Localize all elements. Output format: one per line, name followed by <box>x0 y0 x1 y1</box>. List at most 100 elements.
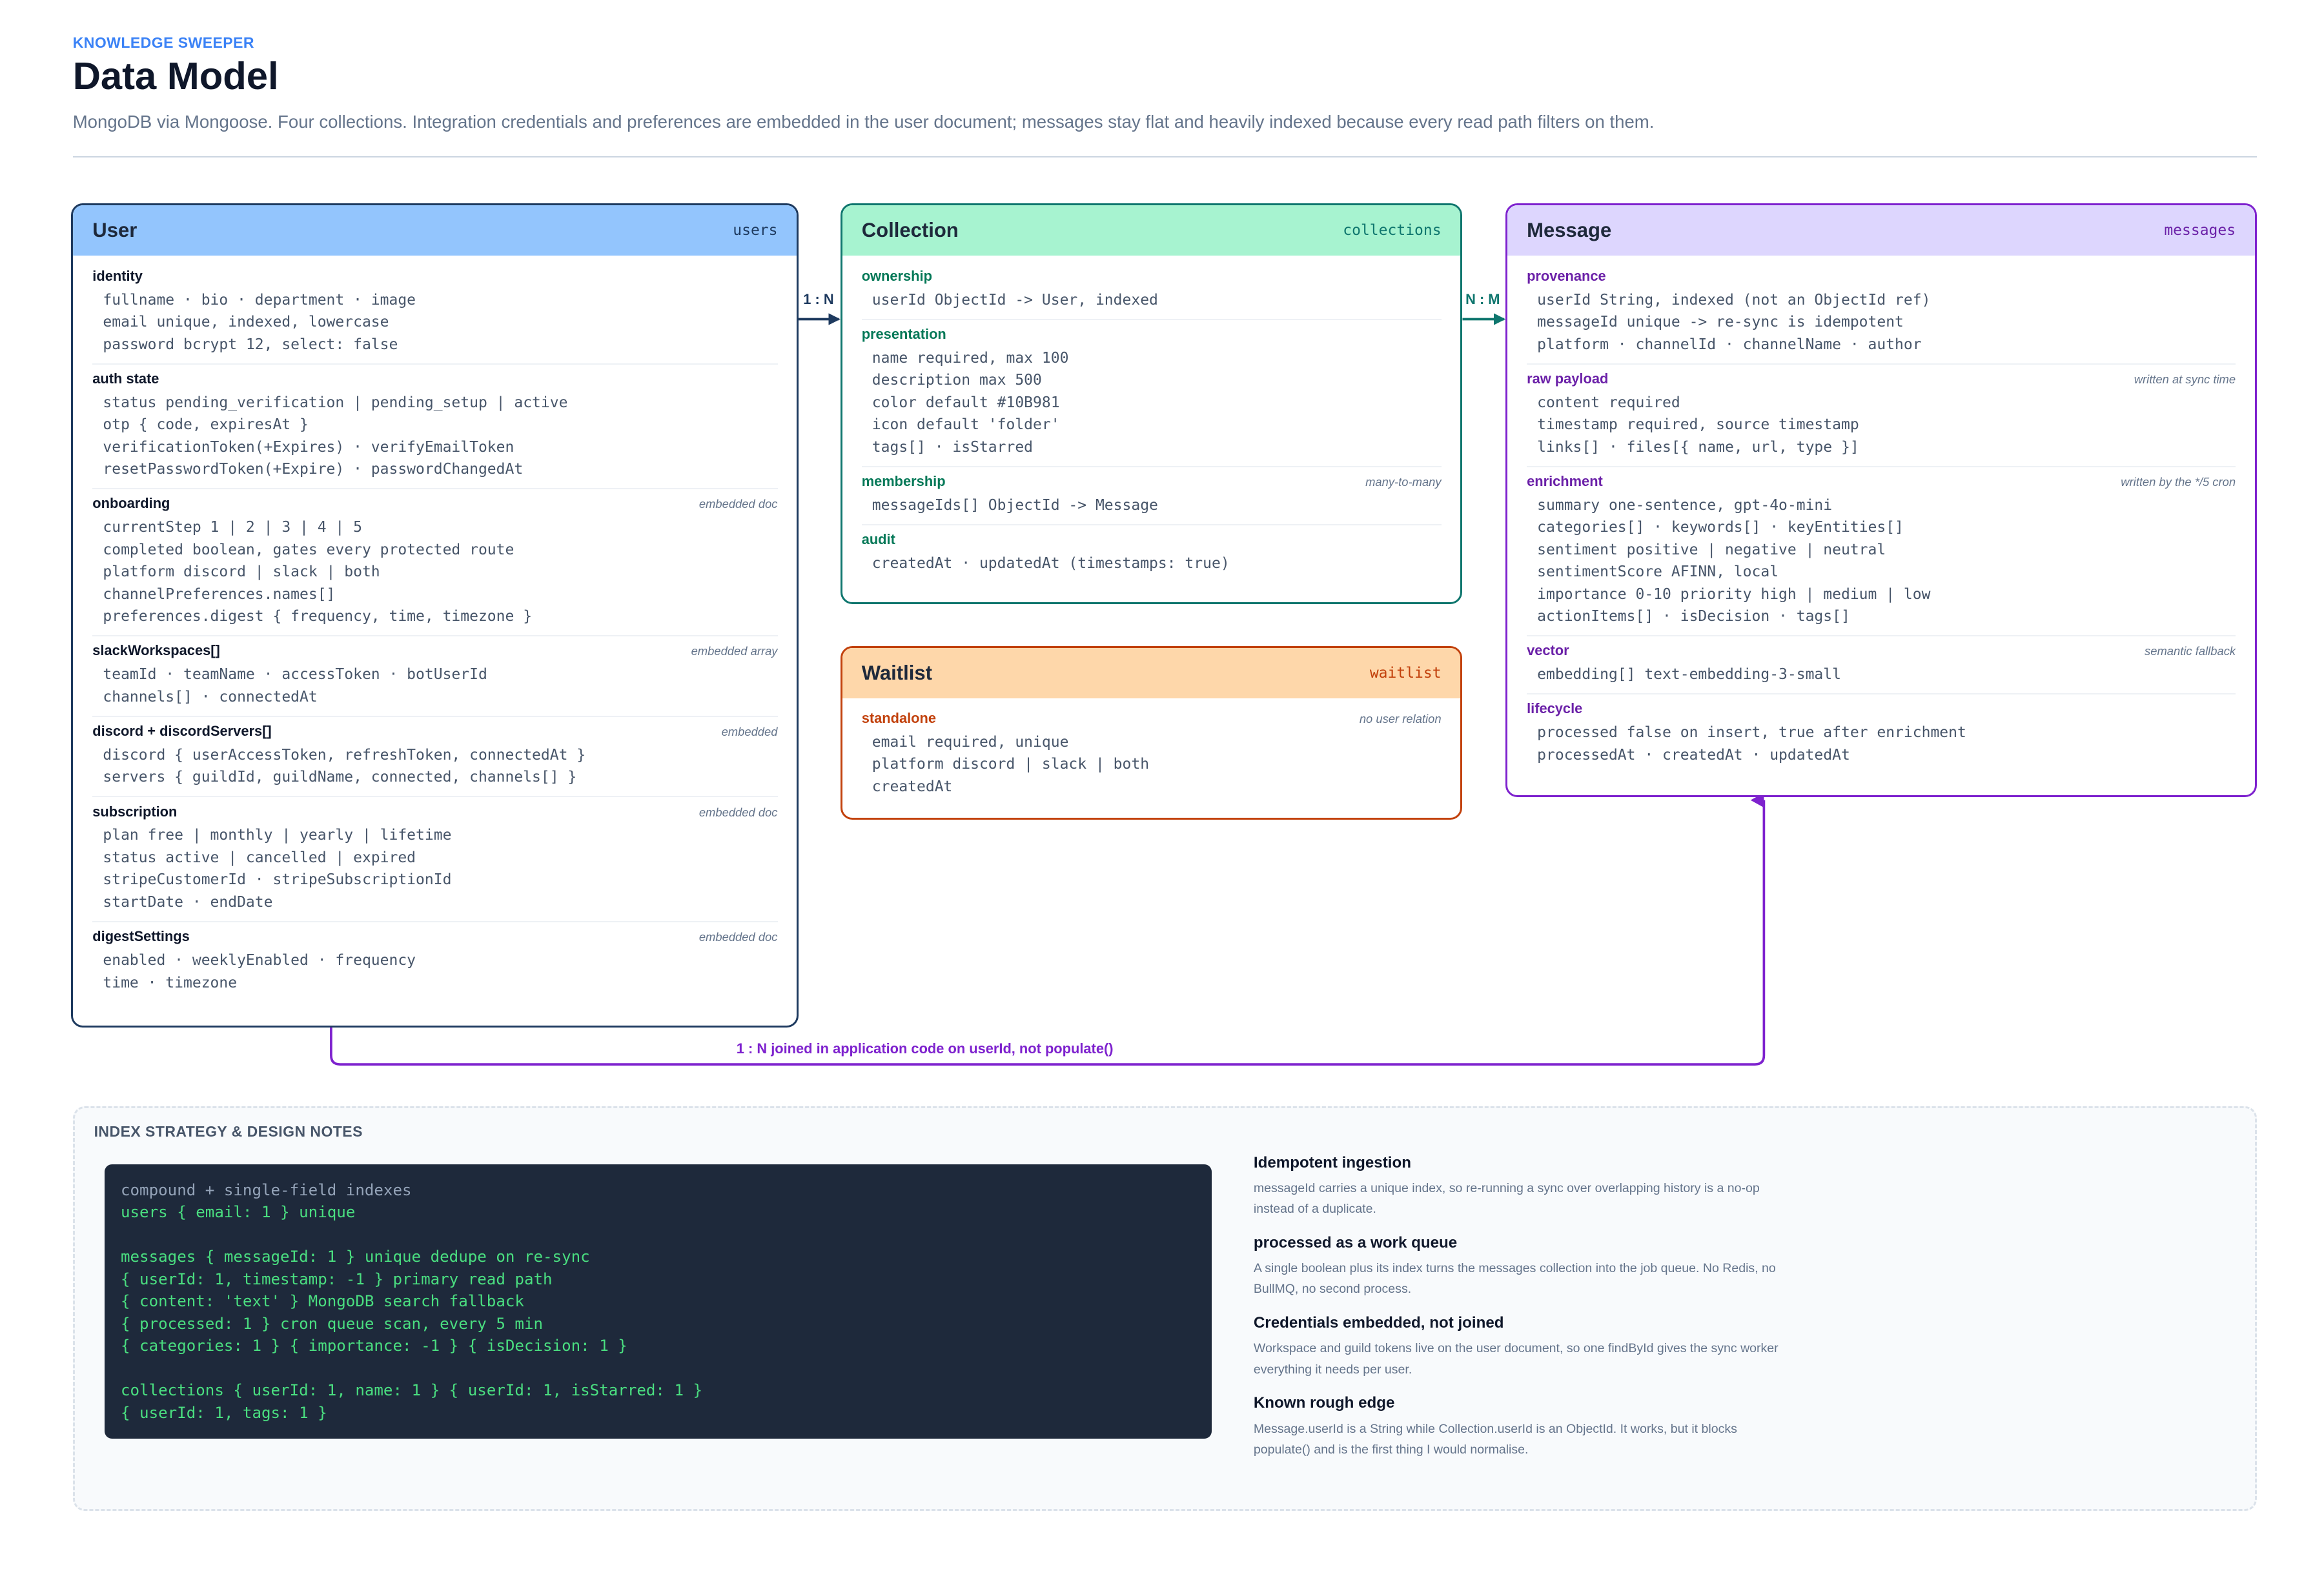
field-line: resetPasswordToken(+Expire) · passwordCh… <box>103 461 524 478</box>
field-line: platform discord | slack | both <box>103 563 380 581</box>
field-group: auth state status pending_verification | … <box>92 365 778 490</box>
field-line: password bcrypt 12, select: false <box>103 336 398 353</box>
field-line: fullname · bio · department · image <box>103 291 416 309</box>
field-line: description max 500 <box>872 372 1042 389</box>
entity-header: Collection collections <box>842 205 1461 256</box>
field-group: digestSettings embedded doc enabled · week… <box>92 922 777 1002</box>
field-line: email required, unique <box>872 733 1069 751</box>
page-subtitle: MongoDB via Mongoose. Four collections. … <box>72 111 1655 132</box>
entity-collection-name: collections <box>1343 222 1442 239</box>
field-group-header: onboarding embedded doc <box>92 495 777 512</box>
field-group-title: standalone <box>861 710 936 727</box>
entity-header: Message messages <box>1507 205 2255 256</box>
field-line: messageIds[] ObjectId -> Message <box>872 496 1158 514</box>
field-group-header: auth state <box>92 370 777 387</box>
field-line: enabled · weeklyEnabled · frequency <box>103 952 416 969</box>
field-group-note: embedded <box>721 724 778 738</box>
field-group-note: embedded array <box>691 644 778 658</box>
note-item: Idempotent ingestion messageId carries a… <box>1254 1154 1788 1220</box>
field-group: standalone no user relation email required… <box>862 704 1442 805</box>
field-line: actionItems[] · isDecision · tags[] <box>1537 608 1850 625</box>
field-group-title: presentation <box>861 325 946 342</box>
field-group: enrichment written by the */5 cron summary… <box>1527 467 2236 637</box>
field-group-note: embedded doc <box>698 805 778 819</box>
design-notes-panel: INDEX STRATEGY & DESIGN NOTES compound +… <box>72 1106 2257 1512</box>
entity-collection-name: waitlist <box>1369 664 1442 682</box>
entity-sections: standalone no user relation email required… <box>842 698 1461 805</box>
field-group-title: enrichment <box>1527 472 1603 489</box>
field-line: status active | cancelled | expired <box>103 849 416 866</box>
field-group-header: subscription embedded doc <box>92 804 777 820</box>
note-item: Known rough edge Message.userId is a Str… <box>1254 1394 1788 1460</box>
relation-collection-message: N : M <box>1465 290 1500 307</box>
field-line: createdAt <box>872 778 953 795</box>
field-group-title: auth state <box>92 370 159 387</box>
field-line: platform · channelId · channelName · aut… <box>1537 336 1922 353</box>
field-group-header: presentation <box>862 326 1442 343</box>
field-group: ownership userId ObjectId -> User, indexe… <box>861 261 1442 320</box>
field-group-header: provenance <box>1527 268 2236 285</box>
entity-collection-name: messages <box>2164 222 2236 239</box>
field-line: color default #10B981 <box>872 394 1060 411</box>
field-group-header: audit <box>862 531 1442 548</box>
field-group-header: enrichment written by the */5 cron <box>1527 473 2236 490</box>
entity-waitlist: Waitlist waitlist standalone no user rela… <box>840 645 1463 820</box>
field-line: messageId unique -> re-sync is idempoten… <box>1537 314 1904 331</box>
entity-sections: provenance userId String, indexed (not an… <box>1507 256 2255 774</box>
notes-heading: INDEX STRATEGY & DESIGN NOTES <box>94 1122 363 1140</box>
note-title: Known rough edge <box>1253 1394 1395 1412</box>
field-group-note: written by the */5 cron <box>2121 474 2236 489</box>
note-title: processed as a work queue <box>1253 1234 1458 1251</box>
diagram-canvas: KNOWLEDGE SWEEPER Data Model MongoDB via… <box>0 0 2324 1579</box>
field-line: processed false on insert, true after en… <box>1537 724 1966 742</box>
field-line: plan free | monthly | yearly | lifetime <box>103 827 452 844</box>
note-text: Message.userId is a String while Collect… <box>1253 1421 1737 1457</box>
entity-message: Message messages provenance userId String… <box>1505 203 2257 798</box>
field-group: slackWorkspaces[] embedded array teamId · … <box>92 636 778 717</box>
field-line: embedding[] text-embedding-3-small <box>1537 666 1841 684</box>
field-line: preferences.digest { frequency, time, ti… <box>103 608 533 625</box>
field-group-title: identity <box>92 267 143 284</box>
field-group-header: raw payload written at sync time <box>1527 370 2236 387</box>
field-group-title: vector <box>1527 642 1569 659</box>
field-group-note: embedded doc <box>698 930 778 944</box>
field-group-title: discord + discordServers[] <box>92 722 272 739</box>
note-text: messageId carries a unique index, so re-… <box>1253 1180 1760 1217</box>
field-group: identity fullname · bio · department · im… <box>92 261 778 365</box>
field-line: sentimentScore AFINN, local <box>1537 563 1779 581</box>
field-group-header: vector semantic fallback <box>1527 642 2236 659</box>
field-line: platform discord | slack | both <box>872 756 1150 773</box>
field-line: sentiment positive | negative | neutral <box>1537 541 1886 558</box>
field-line: timestamp required, source timestamp <box>1537 416 1859 434</box>
field-line: startDate · endDate <box>103 893 273 911</box>
field-group: lifecycle processed false on insert, true… <box>1527 694 2236 774</box>
field-group-note: no user relation <box>1359 712 1442 726</box>
field-line: stripeCustomerId · stripeSubscriptionId <box>103 871 452 889</box>
field-group: vector semantic fallback embedding[] text-… <box>1527 636 2236 695</box>
field-group: onboarding embedded doc currentStep 1 | 2 … <box>92 489 778 637</box>
field-line: status pending_verification | pending_se… <box>103 394 568 411</box>
field-line: completed boolean, gates every protected… <box>103 541 515 558</box>
field-line: teamId · teamName · accessToken · botUse… <box>103 666 487 684</box>
field-group-title: subscription <box>92 803 178 820</box>
code-line: { categories: 1 } { importance: -1 } { i… <box>120 1337 627 1355</box>
field-group-header: digestSettings embedded doc <box>92 928 777 945</box>
entity-header: Waitlist waitlist <box>842 647 1461 698</box>
entity-name: Collection <box>861 219 959 242</box>
note-title: Idempotent ingestion <box>1253 1153 1411 1171</box>
field-line: discord { userAccessToken, refreshToken,… <box>103 746 586 764</box>
field-group: raw payload written at sync time content r… <box>1527 365 2236 467</box>
code-line: { userId: 1, timestamp: -1 } primary rea… <box>120 1270 553 1288</box>
entity-name: Message <box>1527 219 1612 242</box>
field-line: otp { code, expiresAt } <box>103 416 309 434</box>
field-line: links[] · files[{ name, url, type }] <box>1537 438 1859 456</box>
field-line: email unique, indexed, lowercase <box>103 314 389 331</box>
code-line: { processed: 1 } cron queue scan, every … <box>120 1314 544 1333</box>
field-group-header: lifecycle <box>1527 700 2236 717</box>
page-title: Data Model <box>72 54 279 97</box>
field-line: verificationToken(+Expires) · verifyEmai… <box>103 438 515 456</box>
field-group-title: raw payload <box>1527 370 1609 387</box>
field-line: userId String, indexed (not an ObjectId … <box>1537 291 1931 309</box>
